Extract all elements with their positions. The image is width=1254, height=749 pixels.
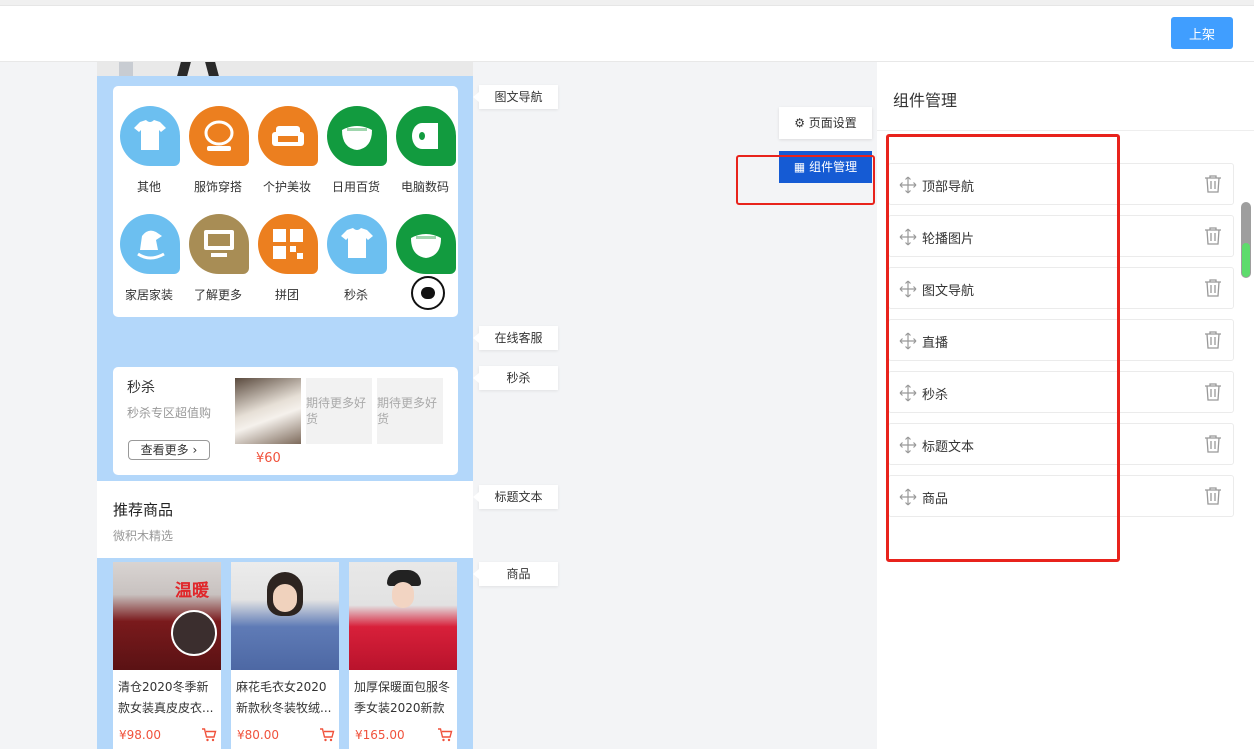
seckill-product-price: ¥60	[256, 451, 281, 466]
trash-icon[interactable]	[1204, 434, 1222, 454]
trash-icon[interactable]	[1204, 174, 1222, 194]
page-settings-button[interactable]: ⚙ 页面设置	[779, 107, 872, 139]
trash-icon[interactable]	[1204, 278, 1222, 298]
tshirt-icon	[120, 106, 180, 166]
nav-item[interactable]: 拼团	[255, 214, 319, 314]
product-price: ¥98.00	[119, 728, 161, 742]
title-text-subtitle: 微积木精选	[113, 529, 174, 543]
seckill-product-image[interactable]	[235, 378, 301, 444]
nav-item-label: 个护美妆	[262, 180, 311, 194]
seckill-more-label: 查看更多	[140, 443, 189, 457]
product-price: ¥165.00	[355, 728, 405, 742]
nav-item[interactable]: 其他	[117, 106, 181, 206]
product-card[interactable]: 加厚保暖面包服冬季女装2020新款 ¥165.00	[349, 562, 457, 749]
rocking-horse-icon	[120, 214, 180, 274]
highlight-box	[736, 155, 875, 205]
bowl-icon	[327, 106, 387, 166]
top-toolbar: 上架	[0, 6, 1254, 62]
nav-item[interactable]: 秒杀	[324, 214, 388, 314]
tag-goods[interactable]: 商品	[473, 562, 558, 586]
seckill-card[interactable]: 秒杀 秒杀专区超值购 查看更多 › ¥60 期待更多好货 期待更多好货	[113, 367, 458, 475]
seckill-placeholder: 期待更多好货	[377, 378, 443, 444]
title-text-heading: 推荐商品	[113, 501, 174, 519]
publish-button[interactable]: 上架	[1171, 17, 1233, 49]
sofa-icon	[258, 106, 318, 166]
chevron-right-icon: ›	[192, 443, 198, 457]
panel-title: 组件管理	[893, 91, 958, 110]
monitor-icon	[189, 214, 249, 274]
page-settings-label: 页面设置	[808, 116, 857, 130]
banner-image-fragment	[97, 62, 473, 76]
trash-icon[interactable]	[1204, 226, 1222, 246]
bowl-icon	[396, 214, 456, 274]
product-name: 清仓2020冬季新款女装真皮皮衣...	[118, 680, 214, 715]
nav-item[interactable]: 了解更多	[186, 214, 250, 314]
cart-icon[interactable]	[201, 727, 217, 743]
panel-divider	[877, 130, 1254, 131]
nav-item-label: 拼团	[274, 288, 299, 302]
image-nav-card[interactable]: 秒杀 拼团 了解更多 家居家装 电脑数码 日用百货 个护美妆 服饰穿搭 其他	[113, 86, 458, 317]
nav-item[interactable]: 个护美妆	[255, 106, 319, 206]
product-name: 加厚保暖面包服冬季女装2020新款	[354, 680, 451, 715]
nav-item-label: 服饰穿搭	[193, 180, 242, 194]
trash-icon[interactable]	[1204, 382, 1222, 402]
cart-icon[interactable]	[437, 727, 453, 743]
cart-icon[interactable]	[319, 727, 335, 743]
nav-item-label: 电脑数码	[400, 180, 449, 194]
seckill-title: 秒杀	[127, 380, 155, 396]
nav-item-label: 了解更多	[193, 288, 242, 302]
tag-online-service[interactable]: 在线客服	[473, 326, 558, 350]
seckill-more-button[interactable]: 查看更多 ›	[128, 440, 210, 460]
mirror-icon	[189, 106, 249, 166]
nav-item[interactable]: 服饰穿搭	[186, 106, 250, 206]
tshirt-icon	[327, 214, 387, 274]
trash-icon[interactable]	[1204, 330, 1222, 350]
title-text-block[interactable]: 推荐商品 微积木精选	[97, 481, 473, 558]
product-price: ¥80.00	[237, 728, 279, 742]
highlight-box	[886, 134, 1120, 562]
nav-item-label: 其他	[136, 180, 161, 194]
nav-item-label: 秒杀	[343, 288, 368, 302]
product-badge: 温暖	[175, 581, 209, 601]
tag-title-text[interactable]: 标题文本	[473, 485, 558, 509]
product-image: 温暖	[113, 562, 221, 670]
nav-item[interactable]: 电脑数码	[393, 106, 457, 206]
nav-item-label: 家居家装	[124, 288, 173, 302]
product-image	[349, 562, 457, 670]
product-image	[231, 562, 339, 670]
nav-item[interactable]: 家居家装	[117, 214, 181, 314]
seckill-placeholder: 期待更多好货	[306, 378, 372, 444]
nav-item-label: 日用百货	[331, 180, 380, 194]
tissue-roll-icon	[396, 106, 456, 166]
product-name: 麻花毛衣女2020新款秋冬装牧绒...	[236, 680, 332, 715]
customer-service-icon[interactable]	[411, 276, 445, 310]
tag-seckill[interactable]: 秒杀	[473, 366, 558, 390]
product-card[interactable]: 温暖 清仓2020冬季新款女装真皮皮衣... ¥98.00	[113, 562, 221, 749]
product-card[interactable]: 麻花毛衣女2020新款秋冬装牧绒... ¥80.00	[231, 562, 339, 749]
scrollbar-thumb[interactable]	[1242, 243, 1250, 277]
trash-icon[interactable]	[1204, 486, 1222, 506]
grid-icon	[258, 214, 318, 274]
gear-icon: ⚙	[794, 116, 805, 130]
nav-item[interactable]: 日用百货	[324, 106, 388, 206]
tag-image-nav[interactable]: 图文导航	[473, 85, 558, 109]
phone-preview: 秒杀 拼团 了解更多 家居家装 电脑数码 日用百货 个护美妆 服饰穿搭 其他 秒杀 秒杀专区超值…	[97, 62, 473, 749]
seckill-subtitle: 秒杀专区超值购	[127, 406, 212, 420]
